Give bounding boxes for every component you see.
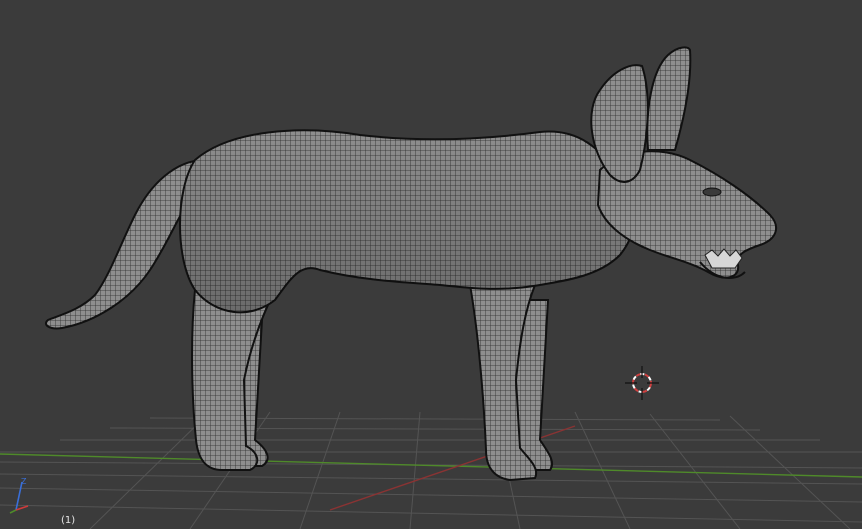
gizmo-z-label: Z: [21, 477, 27, 486]
3d-cursor-icon[interactable]: [625, 366, 659, 400]
floor-grid: [0, 411, 862, 529]
viewport-scene[interactable]: [0, 0, 862, 529]
frame-number-label: (1): [61, 515, 76, 526]
dog-mesh[interactable]: [44, 46, 778, 482]
y-axis-line: [0, 453, 862, 478]
axis-gizmo-icon: Z: [9, 477, 29, 514]
dog-eye: [702, 187, 722, 197]
3d-viewport[interactable]: Z (1): [0, 0, 862, 529]
dog-ear-right: [646, 46, 692, 151]
dog-teeth: [704, 248, 743, 269]
dog-back-leg-near: [191, 289, 277, 471]
dog-body-shading: [180, 130, 635, 313]
